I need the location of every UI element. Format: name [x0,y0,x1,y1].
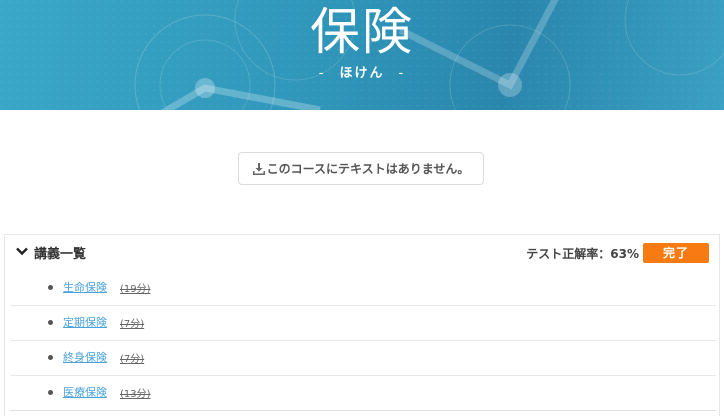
lecture-panel-header[interactable]: 講義一覧 テスト正解率：63% 完了 [5,235,721,271]
bullet-icon [48,285,53,290]
lecture-link[interactable]: 終身保険 [63,349,107,365]
lecture-link[interactable]: 生命保険 [63,279,107,295]
chevron-down-icon[interactable] [16,247,28,256]
lecture-link[interactable]: 定期保険 [63,314,107,330]
lecture-duration: (13分) [120,389,151,400]
lecture-list: 生命保険 (19分) 定期保険 (7分) 終身保険 (7分) 医療保険 (13分… [5,271,721,411]
lecture-duration: (19分) [120,284,151,295]
download-icon [252,162,265,175]
course-title: 保険 [310,3,414,61]
lecture-panel: 講義一覧 テスト正解率：63% 完了 生命保険 (19分) 定期保険 (7分) … [4,234,720,416]
reading-text: ほけん [339,66,385,81]
lecture-link[interactable]: 医療保険 [63,384,107,400]
lecture-item: 定期保険 (7分) [10,306,716,341]
lecture-list-title: 講義一覧 [34,247,87,262]
lecture-item: 医療保険 (13分) [10,376,716,411]
status-badge: 完了 [643,243,709,263]
bullet-icon [48,320,53,325]
reading-dash-left: - [318,66,326,81]
test-score-label: テスト正解率：63% [526,247,639,261]
bullet-icon [48,355,53,360]
text-download-button[interactable]: このコースにテキストはありません。 [238,152,484,185]
text-download-label: このコースにテキストはありません。 [266,162,470,176]
course-reading: - ほけん - [0,62,724,81]
lecture-duration: (7分) [120,319,145,330]
bullet-icon [48,390,53,395]
lecture-duration: (7分) [120,354,145,365]
course-banner: 保険 - ほけん - [0,0,724,110]
reading-dash-right: - [398,66,406,81]
lecture-item: 終身保険 (7分) [10,341,716,376]
lecture-item: 生命保険 (19分) [10,271,716,306]
